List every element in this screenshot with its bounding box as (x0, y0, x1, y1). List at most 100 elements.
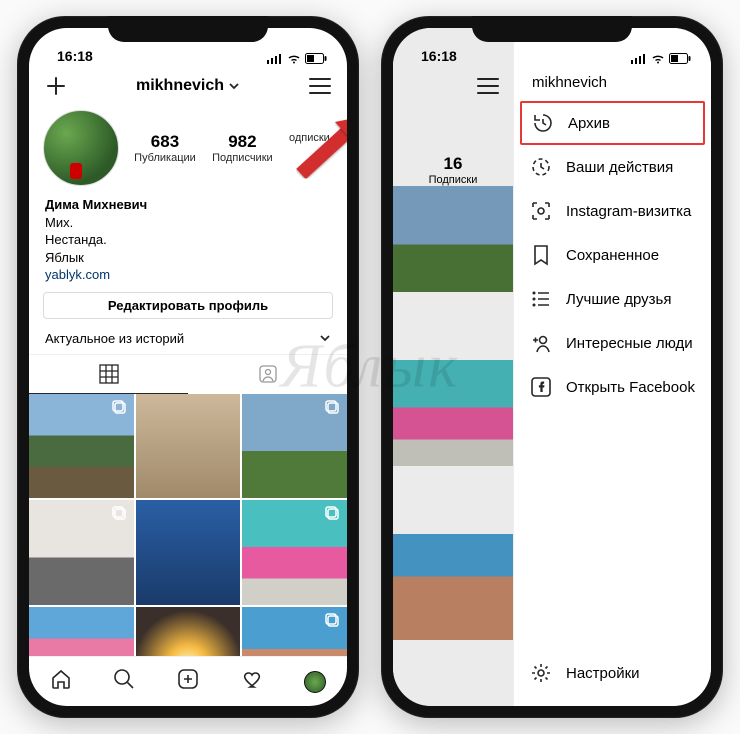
menu-list: Архив Ваши действия Instagram-визитка Со… (514, 101, 711, 409)
menu-item-archive[interactable]: Архив (520, 101, 705, 145)
tab-activity[interactable] (241, 668, 263, 695)
facebook-icon (530, 376, 552, 398)
post-thumbnail[interactable] (242, 394, 347, 499)
username-label: mikhnevich (136, 77, 224, 95)
tab-grid[interactable] (29, 355, 188, 394)
menu-item-label: Интересные люди (566, 335, 693, 352)
battery-icon (305, 53, 327, 64)
status-icons (267, 53, 327, 64)
signal-icon (631, 54, 647, 64)
profile-background-sliver: 16:18 16 Подписки (393, 28, 513, 706)
menu-item-nametag[interactable]: Instagram-визитка (514, 189, 711, 233)
plus-box-icon (177, 668, 199, 690)
tab-search[interactable] (113, 668, 135, 695)
menu-item-facebook[interactable]: Открыть Facebook (514, 365, 711, 409)
add-person-icon (530, 332, 552, 354)
phone-profile: 16:18 mikhnevich 683 (17, 16, 359, 718)
edit-profile-button[interactable]: Редактировать профиль (43, 292, 333, 319)
multi-post-icon (325, 400, 341, 416)
phone-menu: 16:18 16 Подписки (381, 16, 723, 718)
menu-item-label: Instagram-визитка (566, 203, 691, 220)
post-thumbnail[interactable] (29, 394, 134, 499)
post-thumbnail[interactable] (242, 607, 347, 656)
multi-post-icon (112, 400, 128, 416)
bookmark-icon (530, 244, 552, 266)
post-thumbnail[interactable] (393, 534, 513, 640)
hamburger-menu-button[interactable] (475, 73, 501, 99)
bio-line: Яблык (45, 249, 331, 267)
menu-settings[interactable]: Настройки (514, 648, 711, 706)
view-tabs (29, 354, 347, 394)
menu-item-close-friends[interactable]: Лучшие друзья (514, 277, 711, 321)
post-thumbnail[interactable] (29, 500, 134, 605)
post-thumbnail[interactable] (393, 360, 513, 466)
home-icon (50, 668, 72, 690)
search-icon (113, 668, 135, 690)
hamburger-icon (477, 77, 499, 95)
bio: Дима Михневич Мих. Нестанда. Яблык yably… (29, 190, 347, 292)
chevron-down-icon (319, 332, 331, 344)
avatar[interactable] (43, 110, 119, 186)
settings-label: Настройки (566, 665, 640, 682)
menu-item-label: Сохраненное (566, 247, 659, 264)
menu-item-activity[interactable]: Ваши действия (514, 145, 711, 189)
post-thumbnail[interactable] (136, 607, 241, 656)
posts-grid (29, 394, 347, 656)
stat-followers[interactable]: 982 Подписчики (212, 132, 273, 164)
clock-icon (530, 156, 552, 178)
bio-line: Нестанда. (45, 231, 331, 249)
menu-item-label: Архив (568, 115, 610, 132)
avatar-mini (304, 671, 326, 693)
post-thumbnail[interactable] (29, 607, 134, 656)
menu-item-label: Открыть Facebook (566, 379, 695, 396)
menu-username: mikhnevich (514, 66, 711, 101)
bio-link[interactable]: yablyk.com (45, 266, 331, 284)
multi-post-icon (112, 506, 128, 522)
status-icons (631, 53, 691, 64)
tagged-icon (258, 364, 278, 384)
status-time: 16:18 (421, 48, 457, 64)
screen-menu: 16:18 16 Подписки (393, 28, 711, 706)
battery-icon (669, 53, 691, 64)
menu-item-saved[interactable]: Сохраненное (514, 233, 711, 277)
side-menu-panel: mikhnevich Архив Ваши действия Instagram… (513, 28, 711, 706)
screen-profile: 16:18 mikhnevich 683 (29, 28, 347, 706)
tab-profile[interactable] (304, 671, 326, 693)
notch (108, 16, 268, 42)
hamburger-menu-button[interactable] (307, 73, 333, 99)
status-time: 16:18 (57, 48, 93, 64)
hamburger-icon (309, 77, 331, 95)
tab-tagged[interactable] (188, 355, 347, 394)
menu-item-label: Лучшие друзья (566, 291, 672, 308)
nametag-icon (530, 200, 552, 222)
bio-name: Дима Михневич (45, 196, 331, 214)
multi-post-icon (325, 613, 341, 629)
chevron-down-icon (228, 80, 240, 92)
add-button[interactable] (43, 73, 69, 99)
gear-icon (530, 662, 552, 684)
post-thumbnail[interactable] (136, 500, 241, 605)
plus-icon (45, 75, 67, 97)
stat-posts[interactable]: 683 Публикации (134, 132, 196, 164)
tab-home[interactable] (50, 668, 72, 695)
notch (472, 16, 632, 42)
tab-new-post[interactable] (177, 668, 199, 695)
stat-following-partial: 16 Подписки (393, 154, 513, 186)
menu-item-discover[interactable]: Интересные люди (514, 321, 711, 365)
list-icon (530, 288, 552, 310)
grid-icon (99, 364, 119, 384)
wifi-icon (651, 54, 665, 64)
signal-icon (267, 54, 283, 64)
wifi-icon (287, 54, 301, 64)
bottom-tabbar (29, 656, 347, 706)
heart-icon (241, 668, 263, 690)
multi-post-icon (325, 506, 341, 522)
menu-item-label: Ваши действия (566, 159, 673, 176)
history-icon (532, 112, 554, 134)
post-thumbnail[interactable] (242, 500, 347, 605)
highlights-toggle[interactable]: Актуальное из историй (29, 319, 347, 354)
profile-top-row: mikhnevich (29, 66, 347, 106)
post-thumbnail[interactable] (136, 394, 241, 499)
post-thumbnail[interactable] (393, 186, 513, 292)
username-dropdown[interactable]: mikhnevich (136, 77, 240, 95)
